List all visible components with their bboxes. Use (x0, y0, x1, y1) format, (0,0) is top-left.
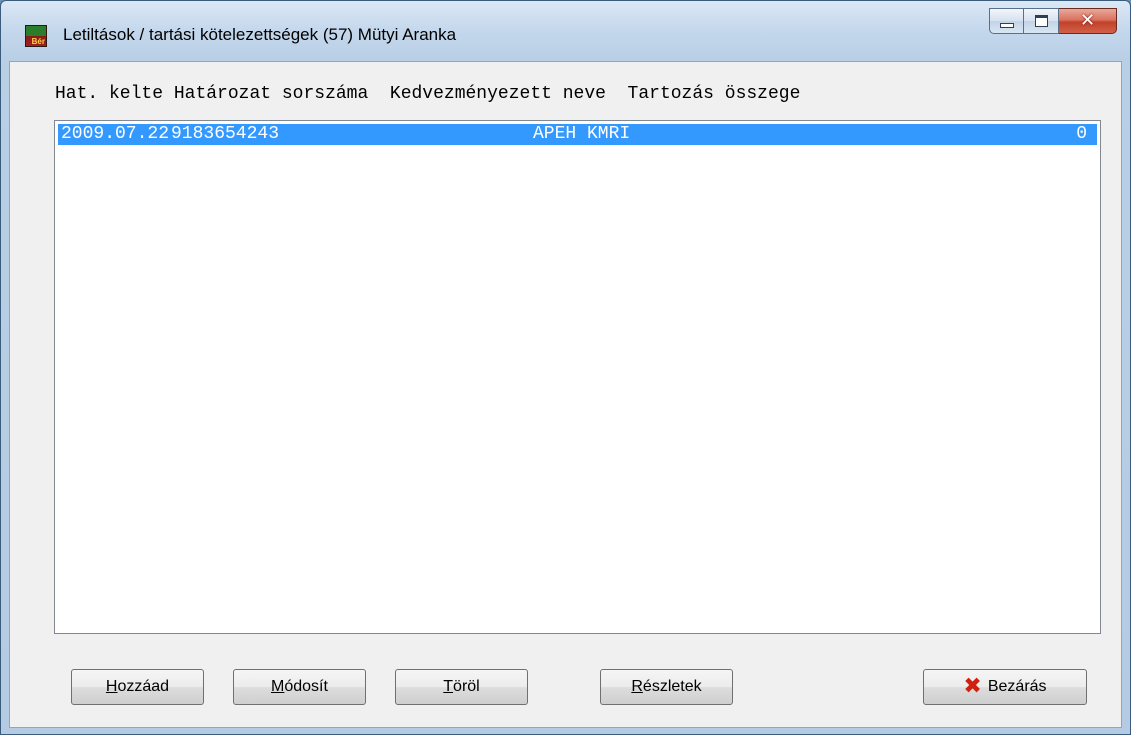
header-beneficiary: Kedvezményezett neve (389, 84, 606, 104)
details-button[interactable]: Részletek (600, 669, 733, 705)
maximize-icon (1034, 15, 1048, 27)
delete-accel: T (443, 678, 454, 695)
title-bar[interactable]: Bér Letiltások / tartási kötelezettségek… (1, 1, 1130, 61)
window-controls: ✕ (989, 8, 1117, 34)
row-number: 9183654243 (171, 124, 280, 144)
row-amount: 0 (1076, 124, 1087, 144)
delete-label: öröl (453, 678, 480, 695)
dialog-window: Bér Letiltások / tartási kötelezettségek… (0, 0, 1131, 735)
details-label: észletek (642, 678, 702, 695)
row-beneficiary: APEH KMRI (533, 124, 631, 144)
app-icon: Bér (25, 25, 47, 47)
minimize-icon (999, 22, 1014, 28)
add-label: ozzáad (117, 678, 170, 695)
delete-button[interactable]: Töröl (395, 669, 528, 705)
header-amount: Tartozás összege (627, 84, 801, 104)
entries-listbox[interactable]: 2009.07.22 9183654243 APEH KMRI 0 (54, 120, 1101, 634)
header-date: Hat. kelte (55, 84, 164, 104)
client-area: Hat. kelte Határozat sorszáma Kedvezmény… (9, 61, 1122, 728)
window-title: Letiltások / tartási kötelezettségek (57… (63, 25, 457, 44)
modify-label: ódosít (284, 678, 328, 695)
add-accel: H (105, 678, 118, 695)
app-icon-badge: Bér (31, 37, 45, 46)
modify-accel: M (271, 678, 285, 695)
row-date: 2009.07.22 (61, 124, 170, 144)
minimize-button[interactable] (989, 8, 1024, 34)
close-label: Bezárás (987, 678, 1047, 695)
close-button[interactable]: ✖ Bezárás (923, 669, 1087, 705)
close-window-button[interactable]: ✕ (1059, 8, 1117, 34)
maximize-button[interactable] (1024, 8, 1059, 34)
details-accel: R (631, 678, 643, 695)
list-item-selected[interactable]: 2009.07.22 9183654243 APEH KMRI 0 (58, 124, 1097, 145)
header-number: Határozat sorszáma (173, 84, 369, 104)
column-headers: Hat. kelte Határozat sorszáma Kedvezmény… (55, 84, 800, 104)
add-button[interactable]: Hozzáad (71, 669, 204, 705)
close-icon: ✕ (1079, 10, 1096, 31)
modify-button[interactable]: Módosít (233, 669, 366, 705)
x-icon: ✖ (963, 674, 982, 699)
